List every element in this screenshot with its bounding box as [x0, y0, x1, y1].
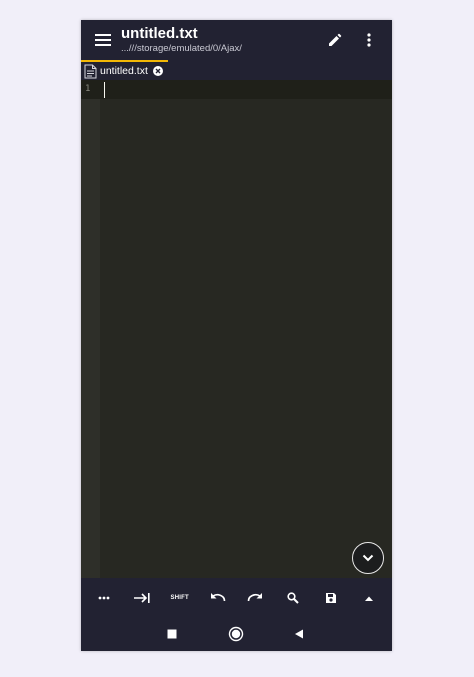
phone-screen: untitled.txt ...///storage/emulated/0/Aj…	[81, 20, 392, 651]
editor-text-area[interactable]	[100, 80, 392, 578]
tab-label: untitled.txt	[100, 65, 148, 77]
more-symbols-button[interactable]	[89, 583, 119, 613]
text-file-icon	[84, 64, 97, 79]
edit-button[interactable]	[325, 30, 345, 50]
line-number-gutter	[81, 80, 100, 578]
symbols-toolbar: SHIFT	[81, 578, 392, 618]
home-button[interactable]	[226, 624, 246, 644]
chevron-down-icon	[362, 554, 374, 562]
search-button[interactable]	[278, 583, 308, 613]
redo-icon	[248, 593, 263, 602]
app-bar: untitled.txt ...///storage/emulated/0/Aj…	[81, 20, 392, 60]
scroll-down-button[interactable]	[352, 542, 384, 574]
tab-untitled-txt[interactable]: untitled.txt	[81, 60, 168, 80]
save-button[interactable]	[316, 583, 346, 613]
circle-icon	[228, 626, 244, 642]
expand-toolbar-button[interactable]	[354, 583, 384, 613]
save-icon	[326, 593, 337, 603]
file-title: untitled.txt	[121, 25, 198, 42]
hamburger-menu-icon	[95, 34, 111, 46]
square-icon	[167, 629, 177, 639]
close-icon	[155, 68, 161, 74]
back-button[interactable]	[289, 624, 309, 644]
caret-up-icon	[365, 596, 374, 601]
back-triangle-icon	[295, 629, 303, 639]
tab-close-button[interactable]	[153, 66, 163, 76]
tab-key-button[interactable]	[127, 583, 157, 613]
undo-button[interactable]	[203, 583, 233, 613]
file-path: ...///storage/emulated/0/Ajax/	[121, 43, 242, 54]
redo-button[interactable]	[240, 583, 270, 613]
recents-button[interactable]	[162, 624, 182, 644]
menu-button[interactable]	[91, 30, 115, 50]
system-nav-bar	[81, 618, 392, 651]
vertical-dots-icon	[367, 33, 371, 47]
undo-icon	[210, 593, 225, 602]
pencil-icon	[329, 33, 342, 46]
tab-arrow-icon	[133, 593, 150, 603]
shift-key-button[interactable]: SHIFT	[165, 583, 195, 613]
horizontal-dots-icon	[98, 596, 110, 600]
line-number: 1	[85, 84, 91, 94]
search-icon	[287, 592, 300, 604]
shift-label: SHIFT	[170, 595, 189, 601]
text-cursor	[104, 82, 105, 98]
tab-bar: untitled.txt	[81, 60, 392, 80]
overflow-menu-button[interactable]	[361, 30, 377, 50]
